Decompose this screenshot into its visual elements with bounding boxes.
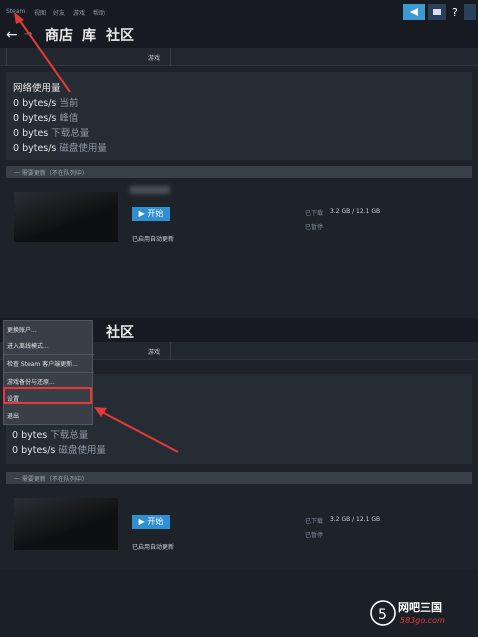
menu-change-account[interactable]: 更换账户...: [7, 325, 37, 334]
annotation-arrow-top: [14, 12, 71, 93]
paused-status-2: 已暂停: [305, 532, 324, 539]
menu-offline-mode[interactable]: 进入离线模式...: [7, 341, 49, 350]
nav-community-2[interactable]: 社区: [106, 322, 134, 342]
menu-check-updates[interactable]: 检查 Steam 客户端更新...: [7, 359, 78, 368]
network-row-disk-2: 0 bytes/s 磁盘使用量: [12, 445, 106, 456]
steam-dropdown-menu: 更换账户... 进入离线模式... 检查 Steam 客户端更新... 游戏备份…: [3, 320, 94, 425]
tab-games-2[interactable]: 游戏: [148, 347, 160, 356]
auto-update-status-2: 已启用自动更新: [132, 544, 175, 551]
menu-backup-restore[interactable]: 游戏备份与还原...: [7, 377, 55, 386]
steam-window-top: Steam 视图 好友 游戏 帮助 ? ← → 商店 库 社区 游戏 网络使用量…: [0, 0, 478, 318]
menu-exit[interactable]: 退出: [7, 411, 19, 420]
watermark-text: 网吧三国: [398, 601, 442, 614]
downloaded-label-2: 已下载: [305, 518, 324, 525]
network-row-total-2: 0 bytes 下载总量: [12, 430, 89, 441]
game-thumbnail-2[interactable]: [14, 498, 118, 550]
settings-highlight-box: [3, 387, 92, 404]
downloaded-value-2: 3.2 GB / 12.1 GB: [330, 516, 381, 523]
play-button-2[interactable]: ▶ 开始: [132, 515, 170, 529]
section-header-needs-update-2[interactable]: 一 需要更新（不在队列中）: [6, 472, 472, 484]
svg-text:5: 5: [378, 607, 387, 623]
watermark-logo-icon: 5: [370, 597, 396, 629]
watermark-url: 583go.com: [400, 616, 445, 625]
